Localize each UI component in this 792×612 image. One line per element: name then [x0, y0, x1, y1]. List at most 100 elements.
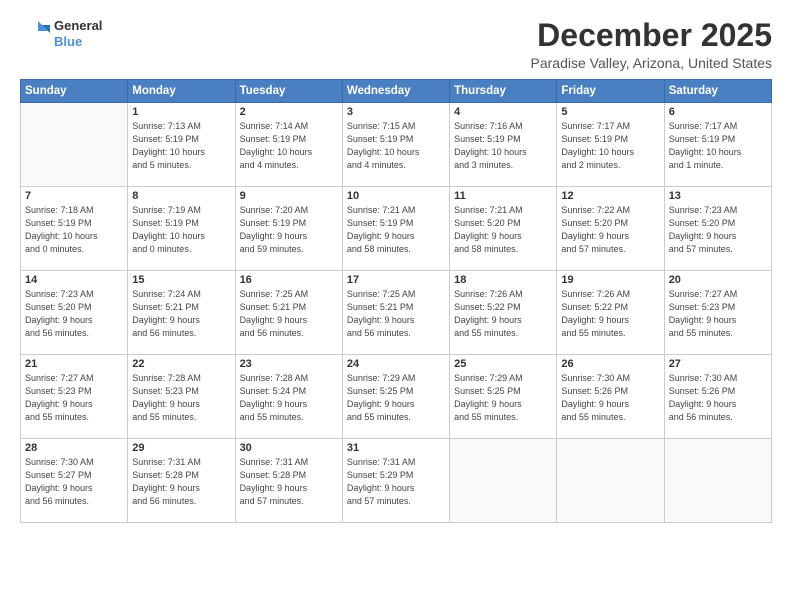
day-info: Sunrise: 7:26 AMSunset: 5:22 PMDaylight:…: [454, 288, 552, 340]
day-info: Sunrise: 7:30 AMSunset: 5:26 PMDaylight:…: [561, 372, 659, 424]
day-info: Sunrise: 7:26 AMSunset: 5:22 PMDaylight:…: [561, 288, 659, 340]
day-number: 6: [669, 106, 767, 118]
day-info: Sunrise: 7:25 AMSunset: 5:21 PMDaylight:…: [347, 288, 445, 340]
day-cell: 2 Sunrise: 7:14 AMSunset: 5:19 PMDaylight…: [235, 103, 342, 187]
day-info: Sunrise: 7:29 AMSunset: 5:25 PMDaylight:…: [454, 372, 552, 424]
logo-general: General: [54, 18, 102, 34]
day-info: Sunrise: 7:14 AMSunset: 5:19 PMDaylight:…: [240, 120, 338, 172]
header: General Blue December 2025 Paradise Vall…: [20, 18, 772, 71]
day-info: Sunrise: 7:21 AMSunset: 5:20 PMDaylight:…: [454, 204, 552, 256]
day-cell: 29 Sunrise: 7:31 AMSunset: 5:28 PMDayligh…: [128, 439, 235, 523]
day-cell: [664, 439, 771, 523]
day-cell: 31 Sunrise: 7:31 AMSunset: 5:29 PMDayligh…: [342, 439, 449, 523]
day-number: 13: [669, 190, 767, 202]
day-info: Sunrise: 7:15 AMSunset: 5:19 PMDaylight:…: [347, 120, 445, 172]
day-cell: 11 Sunrise: 7:21 AMSunset: 5:20 PMDayligh…: [450, 187, 557, 271]
day-cell: 26Sunrise: 7:30 AMSunset: 5:26 PMDayligh…: [557, 355, 664, 439]
day-cell: 18Sunrise: 7:26 AMSunset: 5:22 PMDayligh…: [450, 271, 557, 355]
day-number: 27: [669, 358, 767, 370]
day-info: Sunrise: 7:21 AMSunset: 5:19 PMDaylight:…: [347, 204, 445, 256]
day-number: 10: [347, 190, 445, 202]
day-number: 4: [454, 106, 552, 118]
day-number: 16: [240, 274, 338, 286]
day-cell: 5 Sunrise: 7:17 AMSunset: 5:19 PMDaylight…: [557, 103, 664, 187]
day-cell: 21Sunrise: 7:27 AMSunset: 5:23 PMDayligh…: [21, 355, 128, 439]
day-cell: 6Sunrise: 7:17 AMSunset: 5:19 PMDaylight…: [664, 103, 771, 187]
day-cell: 23 Sunrise: 7:28 AMSunset: 5:24 PMDayligh…: [235, 355, 342, 439]
day-cell: 24 Sunrise: 7:29 AMSunset: 5:25 PMDayligh…: [342, 355, 449, 439]
day-cell: 16 Sunrise: 7:25 AMSunset: 5:21 PMDayligh…: [235, 271, 342, 355]
day-cell: 22Sunrise: 7:28 AMSunset: 5:23 PMDayligh…: [128, 355, 235, 439]
generalblue-logo-icon: [20, 19, 50, 49]
day-number: 19: [561, 274, 659, 286]
day-info: Sunrise: 7:13 AMSunset: 5:19 PMDaylight:…: [132, 120, 230, 172]
day-cell: [450, 439, 557, 523]
day-info: Sunrise: 7:23 AMSunset: 5:20 PMDaylight:…: [25, 288, 123, 340]
day-cell: 20Sunrise: 7:27 AMSunset: 5:23 PMDayligh…: [664, 271, 771, 355]
week-row-1: 1 Sunrise: 7:13 AMSunset: 5:19 PMDaylight…: [21, 103, 772, 187]
week-row-5: 28 Sunrise: 7:30 AMSunset: 5:27 PMDayligh…: [21, 439, 772, 523]
day-number: 7: [25, 190, 123, 202]
day-number: 8: [132, 190, 230, 202]
day-number: 30: [240, 442, 338, 454]
day-number: 23: [240, 358, 338, 370]
week-row-3: 14 Sunrise: 7:23 AMSunset: 5:20 PMDayligh…: [21, 271, 772, 355]
day-cell: 14 Sunrise: 7:23 AMSunset: 5:20 PMDayligh…: [21, 271, 128, 355]
day-cell: 1 Sunrise: 7:13 AMSunset: 5:19 PMDaylight…: [128, 103, 235, 187]
day-number: 2: [240, 106, 338, 118]
day-cell: 13 Sunrise: 7:23 AMSunset: 5:20 PMDayligh…: [664, 187, 771, 271]
day-info: Sunrise: 7:24 AMSunset: 5:21 PMDaylight:…: [132, 288, 230, 340]
day-cell: 7 Sunrise: 7:18 AMSunset: 5:19 PMDaylight…: [21, 187, 128, 271]
day-number: 31: [347, 442, 445, 454]
day-cell: 15 Sunrise: 7:24 AMSunset: 5:21 PMDayligh…: [128, 271, 235, 355]
col-header-saturday: Saturday: [664, 80, 771, 103]
day-number: 24: [347, 358, 445, 370]
day-number: 9: [240, 190, 338, 202]
day-info: Sunrise: 7:16 AMSunset: 5:19 PMDaylight:…: [454, 120, 552, 172]
day-number: 28: [25, 442, 123, 454]
day-cell: 3Sunrise: 7:15 AMSunset: 5:19 PMDaylight…: [342, 103, 449, 187]
day-number: 14: [25, 274, 123, 286]
day-info: Sunrise: 7:25 AMSunset: 5:21 PMDaylight:…: [240, 288, 338, 340]
day-number: 5: [561, 106, 659, 118]
day-cell: [557, 439, 664, 523]
title-block: December 2025 Paradise Valley, Arizona, …: [531, 18, 773, 71]
day-info: Sunrise: 7:29 AMSunset: 5:25 PMDaylight:…: [347, 372, 445, 424]
day-number: 29: [132, 442, 230, 454]
day-info: Sunrise: 7:20 AMSunset: 5:19 PMDaylight:…: [240, 204, 338, 256]
day-cell: 27 Sunrise: 7:30 AMSunset: 5:26 PMDayligh…: [664, 355, 771, 439]
day-info: Sunrise: 7:31 AMSunset: 5:28 PMDaylight:…: [240, 456, 338, 508]
day-info: Sunrise: 7:23 AMSunset: 5:20 PMDaylight:…: [669, 204, 767, 256]
day-number: 1: [132, 106, 230, 118]
day-info: Sunrise: 7:30 AMSunset: 5:27 PMDaylight:…: [25, 456, 123, 508]
day-info: Sunrise: 7:19 AMSunset: 5:19 PMDaylight:…: [132, 204, 230, 256]
day-cell: 25Sunrise: 7:29 AMSunset: 5:25 PMDayligh…: [450, 355, 557, 439]
day-info: Sunrise: 7:18 AMSunset: 5:19 PMDaylight:…: [25, 204, 123, 256]
week-row-4: 21Sunrise: 7:27 AMSunset: 5:23 PMDayligh…: [21, 355, 772, 439]
day-info: Sunrise: 7:22 AMSunset: 5:20 PMDaylight:…: [561, 204, 659, 256]
col-header-thursday: Thursday: [450, 80, 557, 103]
day-info: Sunrise: 7:30 AMSunset: 5:26 PMDaylight:…: [669, 372, 767, 424]
week-row-2: 7 Sunrise: 7:18 AMSunset: 5:19 PMDaylight…: [21, 187, 772, 271]
day-info: Sunrise: 7:27 AMSunset: 5:23 PMDaylight:…: [25, 372, 123, 424]
page: General Blue December 2025 Paradise Vall…: [0, 0, 792, 612]
day-cell: 9 Sunrise: 7:20 AMSunset: 5:19 PMDaylight…: [235, 187, 342, 271]
day-number: 15: [132, 274, 230, 286]
day-info: Sunrise: 7:17 AMSunset: 5:19 PMDaylight:…: [561, 120, 659, 172]
day-cell: 28 Sunrise: 7:30 AMSunset: 5:27 PMDayligh…: [21, 439, 128, 523]
col-header-wednesday: Wednesday: [342, 80, 449, 103]
day-cell: 4 Sunrise: 7:16 AMSunset: 5:19 PMDaylight…: [450, 103, 557, 187]
day-number: 17: [347, 274, 445, 286]
day-cell: 12Sunrise: 7:22 AMSunset: 5:20 PMDayligh…: [557, 187, 664, 271]
col-header-sunday: Sunday: [21, 80, 128, 103]
day-number: 11: [454, 190, 552, 202]
day-info: Sunrise: 7:28 AMSunset: 5:23 PMDaylight:…: [132, 372, 230, 424]
day-cell: 30 Sunrise: 7:31 AMSunset: 5:28 PMDayligh…: [235, 439, 342, 523]
day-info: Sunrise: 7:31 AMSunset: 5:28 PMDaylight:…: [132, 456, 230, 508]
day-info: Sunrise: 7:28 AMSunset: 5:24 PMDaylight:…: [240, 372, 338, 424]
calendar-header-row: SundayMondayTuesdayWednesdayThursdayFrid…: [21, 80, 772, 103]
calendar-table: SundayMondayTuesdayWednesdayThursdayFrid…: [20, 79, 772, 523]
day-cell: 8 Sunrise: 7:19 AMSunset: 5:19 PMDaylight…: [128, 187, 235, 271]
day-cell: 17 Sunrise: 7:25 AMSunset: 5:21 PMDayligh…: [342, 271, 449, 355]
day-info: Sunrise: 7:31 AMSunset: 5:29 PMDaylight:…: [347, 456, 445, 508]
